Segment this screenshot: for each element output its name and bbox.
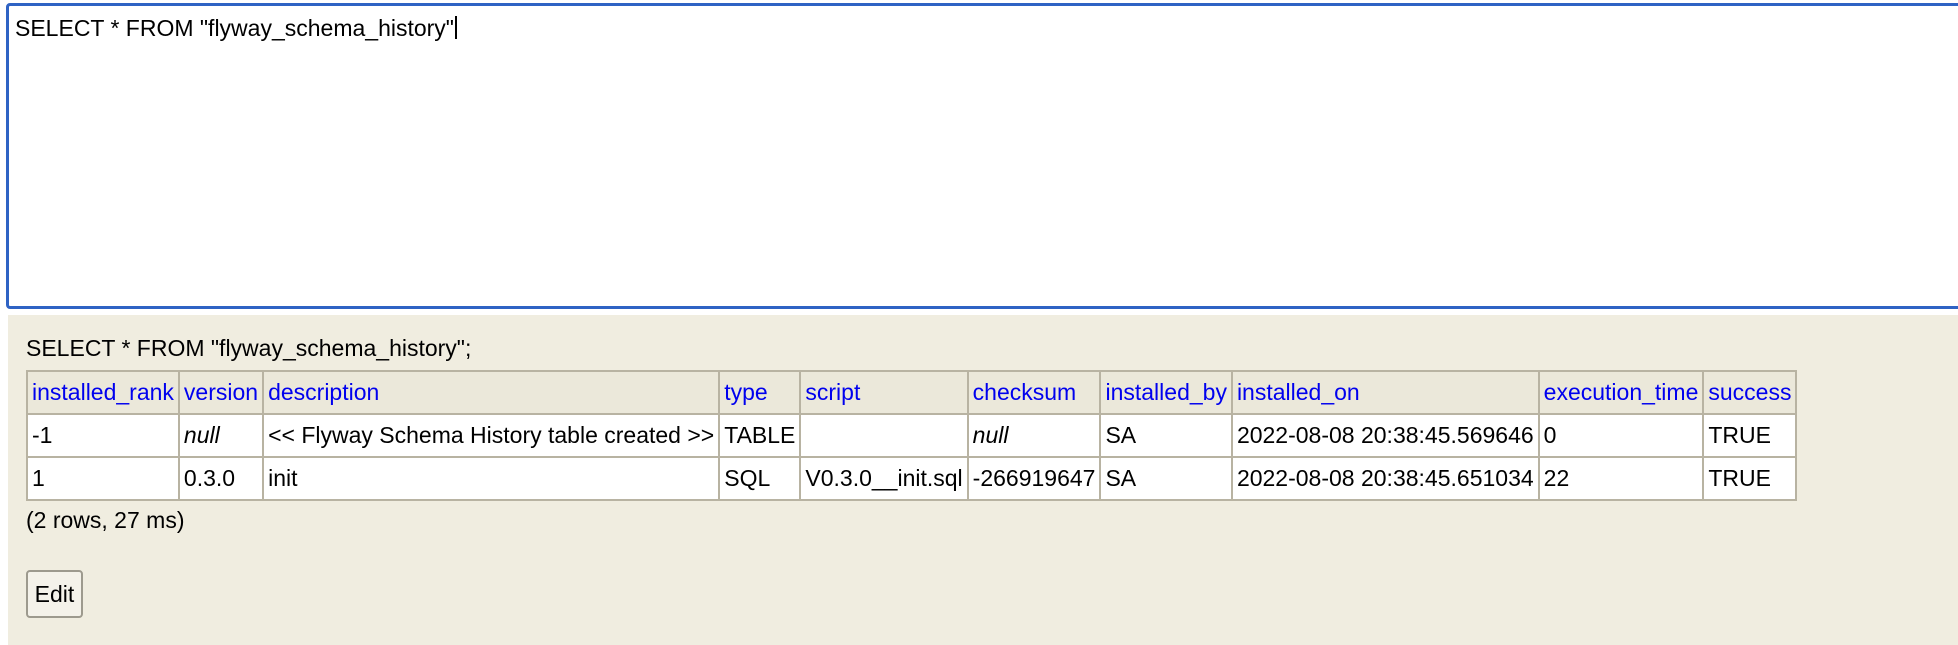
cell-execution-time: 0 [1537,413,1705,458]
table-row: -1 null << Flyway Schema History table c… [26,413,1798,458]
cell-installed-by: SA [1099,413,1233,458]
cell-installed-on: 2022-08-08 20:38:45.569646 [1230,413,1540,458]
cell-installed-on: 2022-08-08 20:38:45.651034 [1230,456,1540,501]
results-table: installed_rank version description type … [26,370,1798,501]
column-header-installed-on[interactable]: installed_on [1230,370,1540,415]
column-header-success[interactable]: success [1702,370,1798,415]
column-header-script[interactable]: script [799,370,969,415]
cell-type: SQL [718,456,802,501]
sql-editor[interactable]: SELECT * FROM "flyway_schema_history" [6,3,1958,309]
sql-editor-text: SELECT * FROM "flyway_schema_history" [15,15,454,41]
cell-version: null [177,413,265,458]
results-panel: SELECT * FROM "flyway_schema_history"; i… [8,315,1958,645]
column-header-type[interactable]: type [718,370,802,415]
column-header-description[interactable]: description [262,370,721,415]
column-header-installed-by[interactable]: installed_by [1099,370,1233,415]
table-row: 1 0.3.0 init SQL V0.3.0__init.sql -26691… [26,456,1798,501]
cell-installed-rank: 1 [26,456,180,501]
edit-button[interactable]: Edit [26,570,83,618]
cell-script [799,413,969,458]
cell-execution-time: 22 [1537,456,1705,501]
cell-installed-rank: -1 [26,413,180,458]
text-caret [454,16,457,39]
cell-description: init [262,456,721,501]
cell-success: TRUE [1702,413,1798,458]
cell-description: << Flyway Schema History table created >… [262,413,721,458]
column-header-version[interactable]: version [177,370,265,415]
column-header-execution-time[interactable]: execution_time [1537,370,1705,415]
cell-checksum: -266919647 [966,456,1102,501]
cell-version: 0.3.0 [177,456,265,501]
table-header-row: installed_rank version description type … [26,370,1798,415]
cell-script: V0.3.0__init.sql [799,456,969,501]
column-header-installed-rank[interactable]: installed_rank [26,370,180,415]
column-header-checksum[interactable]: checksum [966,370,1102,415]
result-summary: (2 rows, 27 ms) [26,507,185,533]
cell-type: TABLE [718,413,802,458]
cell-installed-by: SA [1099,456,1233,501]
executed-query: SELECT * FROM "flyway_schema_history"; [26,335,472,361]
cell-success: TRUE [1702,456,1798,501]
cell-checksum: null [966,413,1102,458]
